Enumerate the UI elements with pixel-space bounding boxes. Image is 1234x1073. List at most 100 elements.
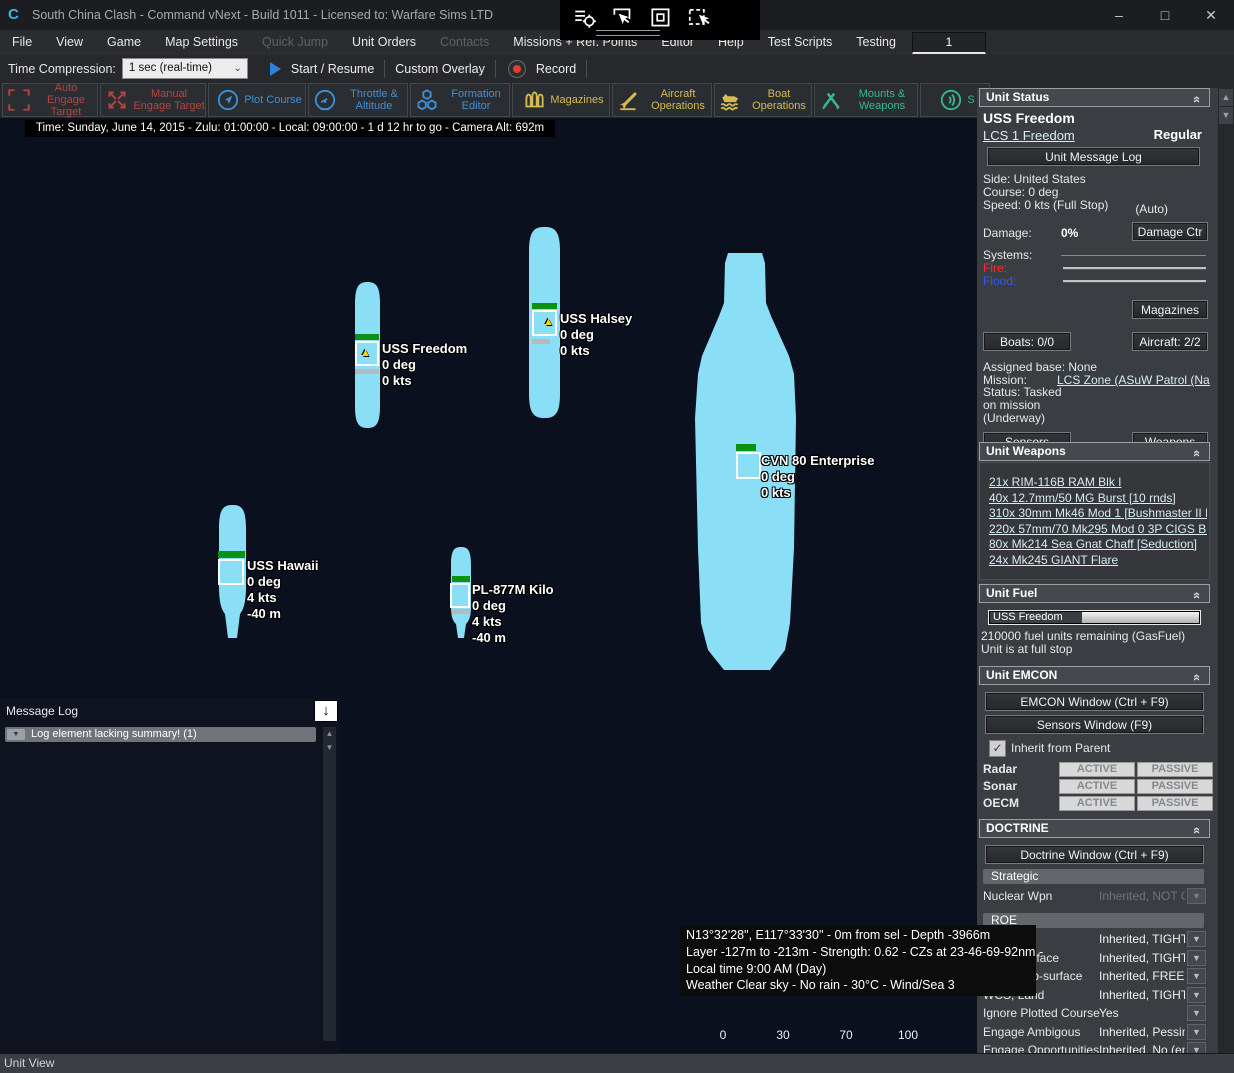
- plot-course-button[interactable]: Plot Course: [208, 83, 306, 117]
- sonar-passive-button[interactable]: PASSIVE: [1137, 779, 1213, 794]
- unit-name: USS Hawaii: [247, 558, 319, 574]
- doctrine-header[interactable]: DOCTRINE «: [979, 819, 1210, 838]
- menu-contacts[interactable]: Contacts: [428, 30, 501, 55]
- menu-unit-orders[interactable]: Unit Orders: [340, 30, 428, 55]
- weapon-link[interactable]: 310x 30mm Mk46 Mod 1 [Bushmaster II Mk: [989, 506, 1207, 520]
- weapon-link[interactable]: 24x Mk245 GIANT Flare: [989, 553, 1207, 567]
- magazines-button[interactable]: Magazines: [1132, 300, 1208, 319]
- magazines-button[interactable]: Magazines: [512, 83, 610, 117]
- collapse-icon[interactable]: «: [1189, 827, 1206, 834]
- mission-link[interactable]: LCS Zone (ASuW Patrol (Naval): [1057, 373, 1210, 387]
- boat-operations-button[interactable]: Boat Operations: [714, 83, 812, 117]
- mounts-weapons-button[interactable]: Mounts & Weapons: [814, 83, 918, 117]
- start-resume-button[interactable]: Start / Resume: [291, 62, 374, 76]
- dropdown-chevron-icon[interactable]: ▼: [1187, 1042, 1206, 1053]
- scroll-up-icon[interactable]: ▲: [323, 727, 336, 741]
- record-button[interactable]: Record: [536, 62, 576, 76]
- damage-control-button[interactable]: Damage Ctr: [1132, 222, 1208, 241]
- scroll-down-icon[interactable]: ▼: [323, 741, 336, 755]
- palette-grip[interactable]: [596, 30, 660, 36]
- dropdown-chevron-icon[interactable]: ▼: [1187, 968, 1206, 984]
- auto-engage-target-button[interactable]: Auto Engage Target: [2, 83, 98, 117]
- doctrine-window-button[interactable]: Doctrine Window (Ctrl + F9): [985, 845, 1204, 864]
- formation-editor-button[interactable]: Formation Editor: [410, 83, 510, 117]
- radar-active-button[interactable]: ACTIVE: [1059, 762, 1135, 777]
- dropdown-chevron-icon[interactable]: ▼: [1187, 1024, 1206, 1040]
- radar-passive-button[interactable]: PASSIVE: [1137, 762, 1213, 777]
- menu-map-settings[interactable]: Map Settings: [153, 30, 250, 55]
- weapon-link[interactable]: 40x 12.7mm/50 MG Burst [10 rnds]: [989, 491, 1207, 505]
- oecm-passive-button[interactable]: PASSIVE: [1137, 796, 1213, 811]
- boats-button[interactable]: Boats: 0/0: [983, 332, 1071, 351]
- unit-marker-icon: ▲: [543, 317, 554, 328]
- sensors-window-button[interactable]: Sensors Window (F9): [985, 715, 1204, 734]
- script-settings-icon[interactable]: [572, 5, 598, 31]
- emcon-label-radar: Radar: [983, 762, 1017, 776]
- pointer-select-icon[interactable]: [610, 5, 636, 31]
- close-button[interactable]: ✕: [1188, 0, 1234, 30]
- window-title: South China Clash - Command vNext - Buil…: [32, 8, 493, 22]
- unit-status-header[interactable]: Unit Status «: [979, 88, 1210, 107]
- drag-select-icon[interactable]: [686, 5, 712, 31]
- map-view[interactable]: Time: Sunday, June 14, 2015 - Zulu: 01:0…: [0, 118, 977, 1053]
- menu-game[interactable]: Game: [95, 30, 153, 55]
- message-log-scrollbar[interactable]: ▲ ▼: [323, 727, 336, 1041]
- play-icon[interactable]: [270, 62, 281, 76]
- toolbar-button-label: Aircraft Operations: [645, 88, 711, 112]
- inherit-from-parent-checkbox[interactable]: ✓: [989, 740, 1006, 757]
- aircraft-operations-button[interactable]: Aircraft Operations: [612, 83, 712, 117]
- dropdown-chevron-icon[interactable]: ▼: [1187, 931, 1206, 947]
- unit-label-uss-halsey[interactable]: USS Halsey0 deg0 kts: [560, 311, 632, 359]
- map-scale-tick: 30: [776, 1028, 789, 1042]
- dropdown-chevron-icon[interactable]: ▼: [1187, 950, 1206, 966]
- time-compression-select[interactable]: 1 sec (real-time) ⌄: [122, 58, 248, 79]
- sonar-active-button[interactable]: ACTIVE: [1059, 779, 1135, 794]
- engagex-icon: [104, 87, 130, 113]
- menu-quick-jump[interactable]: Quick Jump: [250, 30, 340, 55]
- unit-weapons-header[interactable]: Unit Weapons «: [979, 442, 1210, 461]
- unit-label-uss-freedom[interactable]: USS Freedom0 deg0 kts: [382, 341, 467, 389]
- unit-label-cvn-80-enterprise[interactable]: CVN 80 Enterprise0 deg0 kts: [761, 453, 874, 501]
- dropdown-chevron-icon[interactable]: ▼: [1187, 987, 1206, 1003]
- testing-count-input[interactable]: 1: [912, 32, 986, 54]
- unit-label-pl-877m-kilo[interactable]: PL-877M Kilo0 deg4 kts-40 m: [472, 582, 554, 646]
- maximize-button[interactable]: □: [1142, 0, 1188, 30]
- throttle-altitude-button[interactable]: Throttle & Altitude: [308, 83, 408, 117]
- unit-class-link[interactable]: LCS 1 Freedom: [983, 128, 1075, 143]
- unit-label-uss-hawaii[interactable]: USS Hawaii0 deg4 kts-40 m: [247, 558, 319, 622]
- collapse-icon[interactable]: «: [1189, 674, 1206, 681]
- doctrine-label-nuclear-wpn: Nuclear Wpn: [983, 889, 1052, 903]
- dropdown-chevron-icon[interactable]: ▼: [1187, 888, 1206, 904]
- menu-testing[interactable]: Testing: [844, 30, 908, 55]
- menu-file[interactable]: File: [0, 30, 44, 55]
- manual-engage-target-button[interactable]: Manual Engage Target: [100, 83, 206, 117]
- weapon-link[interactable]: 21x RIM-116B RAM Blk I: [989, 475, 1207, 489]
- entry-expand-icon[interactable]: ▼: [7, 729, 25, 740]
- unit-fuel-header[interactable]: Unit Fuel «: [979, 584, 1210, 603]
- aircraft-button[interactable]: Aircraft: 2/2: [1132, 332, 1208, 351]
- compass-icon: [215, 87, 241, 113]
- message-log-entry[interactable]: ▼Log element lacking summary! (1): [5, 727, 316, 742]
- emcon-window-button[interactable]: EMCON Window (Ctrl + F9): [985, 692, 1204, 711]
- custom-overlay-button[interactable]: Custom Overlay: [395, 62, 485, 76]
- unit-info-line: 4 kts: [247, 590, 319, 606]
- unit-emcon-header[interactable]: Unit EMCON «: [979, 666, 1210, 685]
- scroll-up-icon[interactable]: ▲: [1219, 89, 1233, 106]
- weapon-link[interactable]: 80x Mk214 Sea Gnat Chaff [Seduction]: [989, 537, 1207, 551]
- center-window-icon[interactable]: [648, 5, 674, 31]
- collapse-icon[interactable]: «: [1189, 450, 1206, 457]
- scroll-down-icon[interactable]: ▼: [1219, 107, 1233, 124]
- collapse-icon[interactable]: «: [1189, 592, 1206, 599]
- weapon-link[interactable]: 220x 57mm/70 Mk295 Mod 0 3P CIGS Burs: [989, 522, 1207, 536]
- unit-message-log-button[interactable]: Unit Message Log: [987, 147, 1200, 166]
- message-log-dock-button[interactable]: ↓: [314, 700, 338, 722]
- dropdown-chevron-icon[interactable]: ▼: [1187, 1005, 1206, 1021]
- minimize-button[interactable]: –: [1096, 0, 1142, 30]
- menu-test-scripts[interactable]: Test Scripts: [756, 30, 845, 55]
- collapse-icon[interactable]: «: [1189, 96, 1206, 103]
- sidebar-scrollbar[interactable]: ▲ ▼: [1218, 88, 1234, 1053]
- oecm-active-button[interactable]: ACTIVE: [1059, 796, 1135, 811]
- systems-bar: [1061, 255, 1206, 256]
- menu-view[interactable]: View: [44, 30, 95, 55]
- record-icon[interactable]: [508, 60, 526, 78]
